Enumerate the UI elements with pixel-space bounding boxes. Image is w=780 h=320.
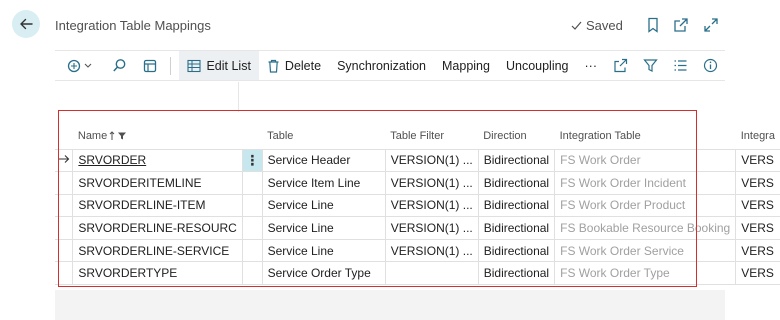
cell-integration-filter[interactable]: VERS — [735, 193, 780, 217]
cell-name[interactable]: SRVORDERTYPE — [72, 261, 243, 286]
tab-view-icon — [143, 59, 156, 72]
cell-direction[interactable]: Bidirectional — [477, 216, 555, 240]
table-row[interactable]: SRVORDERTYPE Service Order Type Bidirect… — [55, 261, 780, 286]
edit-list-button[interactable]: Edit List — [179, 51, 259, 80]
search-icon — [113, 59, 126, 72]
table-row[interactable]: SRVORDER ⋮ Service Header VERSION(1) ...… — [55, 148, 780, 172]
cell-integration-table[interactable]: FS Work Order Type — [554, 261, 736, 286]
cell-table-filter[interactable]: VERSION(1) ... — [384, 193, 479, 217]
back-button[interactable] — [12, 10, 40, 38]
table-row[interactable]: SRVORDERLINE-RESOURC Service Line VERSIO… — [55, 216, 780, 240]
delete-label: Delete — [284, 58, 322, 73]
uncoupling-label: Uncoupling — [505, 58, 569, 73]
toolbar-divider — [170, 56, 172, 75]
info-icon — [703, 58, 717, 73]
cell-table[interactable]: Service Line — [261, 216, 386, 240]
table-header-row: Name Table Table Filter Direction Integr… — [55, 123, 780, 149]
cell-integration-filter[interactable]: VERS — [735, 148, 780, 172]
cell-integration-table[interactable]: FS Work Order — [554, 148, 736, 172]
cell-direction[interactable]: Bidirectional — [477, 238, 555, 262]
mapping-menu[interactable]: Mapping — [434, 51, 498, 80]
arrow-left-icon — [20, 18, 33, 30]
mappings-table: Name Table Table Filter Direction Integr… — [55, 123, 780, 286]
share-icon — [613, 58, 627, 73]
check-icon — [571, 21, 582, 30]
trash-icon — [268, 59, 279, 73]
open-new-window-button[interactable] — [673, 17, 689, 33]
synchronization-menu[interactable]: Synchronization — [329, 51, 434, 80]
more-actions-button[interactable]: ··· — [577, 51, 606, 80]
cell-table-filter[interactable]: VERSION(1) ... — [384, 171, 479, 195]
search-button[interactable] — [103, 51, 137, 80]
column-divider — [238, 82, 239, 112]
saved-status: Saved — [570, 18, 623, 33]
share-button[interactable] — [605, 51, 635, 80]
column-header-direction[interactable]: Direction — [478, 123, 554, 149]
mapping-label: Mapping — [442, 58, 490, 73]
cell-table-filter[interactable]: VERSION(1) ... — [384, 238, 479, 262]
filter-applied-icon — [118, 132, 127, 140]
more-vertical-icon: ⋮ — [245, 151, 260, 168]
edit-list-icon — [187, 59, 202, 72]
cell-table[interactable]: Service Line — [261, 193, 386, 217]
column-header-table[interactable]: Table — [262, 123, 385, 149]
view-switcher-icon — [67, 59, 92, 72]
cell-name[interactable]: SRVORDERLINE-ITEM — [72, 193, 243, 217]
cell-integration-table[interactable]: FS Work Order Product — [554, 193, 736, 217]
cell-name[interactable]: SRVORDERLINE-RESOURC — [72, 216, 243, 240]
cell-table-filter[interactable]: VERSION(1) ... — [384, 148, 479, 172]
cell-integration-table[interactable]: FS Bookable Resource Booking — [554, 216, 736, 240]
column-header-integration-table-filter[interactable]: Integra — [736, 123, 780, 149]
list-view-button[interactable] — [665, 51, 695, 80]
page-title: Integration Table Mappings — [55, 18, 211, 33]
table-row[interactable]: SRVORDERLINE-ITEM Service Line VERSION(1… — [55, 193, 780, 217]
cell-table[interactable]: Service Order Type — [261, 261, 386, 286]
cell-direction[interactable]: Bidirectional — [477, 171, 555, 195]
cell-integration-table[interactable]: FS Work Order Incident — [554, 171, 736, 195]
bookmark-button[interactable] — [645, 17, 661, 33]
row-actions-button[interactable]: ⋮ — [241, 148, 263, 172]
cell-table[interactable]: Service Header — [261, 148, 386, 172]
cell-table-filter[interactable] — [384, 261, 479, 286]
cell-integration-filter[interactable]: VERS — [735, 171, 780, 195]
table-row[interactable]: SRVORDERLINE-SERVICE Service Line VERSIO… — [55, 238, 780, 262]
tab-view-button[interactable] — [137, 51, 163, 80]
cell-integration-filter[interactable]: VERS — [735, 261, 780, 286]
action-bar: Edit List Delete Synchronization Mapping… — [55, 50, 725, 81]
cell-integration-filter[interactable]: VERS — [735, 216, 780, 240]
info-button[interactable] — [695, 51, 725, 80]
uncoupling-menu[interactable]: Uncoupling — [498, 51, 577, 80]
cell-direction[interactable]: Bidirectional — [477, 148, 555, 172]
list-footer — [55, 290, 725, 320]
cell-direction[interactable]: Bidirectional — [477, 193, 555, 217]
expand-icon — [704, 18, 718, 32]
bookmark-icon — [648, 17, 658, 33]
list-view-icon — [674, 60, 687, 71]
cell-name[interactable]: SRVORDERITEMLINE — [72, 171, 243, 195]
column-header-integration-table[interactable]: Integration Table — [555, 123, 736, 149]
saved-label: Saved — [586, 18, 623, 33]
cell-table[interactable]: Service Item Line — [261, 171, 386, 195]
cell-integration-table[interactable]: FS Work Order Service — [554, 238, 736, 262]
column-header-name[interactable]: Name — [73, 123, 242, 149]
column-header-table-filter[interactable]: Table Filter — [385, 123, 478, 149]
cell-name[interactable]: SRVORDERLINE-SERVICE — [72, 238, 243, 262]
cell-table-filter[interactable]: VERSION(1) ... — [384, 216, 479, 240]
delete-button[interactable]: Delete — [259, 51, 329, 80]
cell-name[interactable]: SRVORDER — [72, 148, 243, 172]
cell-direction[interactable]: Bidirectional — [477, 261, 555, 286]
filter-icon — [642, 59, 658, 72]
current-row-arrow-icon — [58, 155, 70, 164]
cell-table[interactable]: Service Line — [261, 238, 386, 262]
expand-button[interactable] — [703, 17, 719, 33]
synchronization-label: Synchronization — [337, 58, 427, 73]
open-new-window-icon — [674, 18, 688, 32]
view-switcher-button[interactable] — [61, 51, 99, 80]
edit-list-label: Edit List — [206, 58, 251, 73]
filter-button[interactable] — [635, 51, 665, 80]
cell-integration-filter[interactable]: VERS — [735, 238, 780, 262]
table-row[interactable]: SRVORDERITEMLINE Service Item Line VERSI… — [55, 171, 780, 195]
more-actions-label: ··· — [584, 58, 598, 73]
sort-ascending-icon — [109, 131, 115, 140]
